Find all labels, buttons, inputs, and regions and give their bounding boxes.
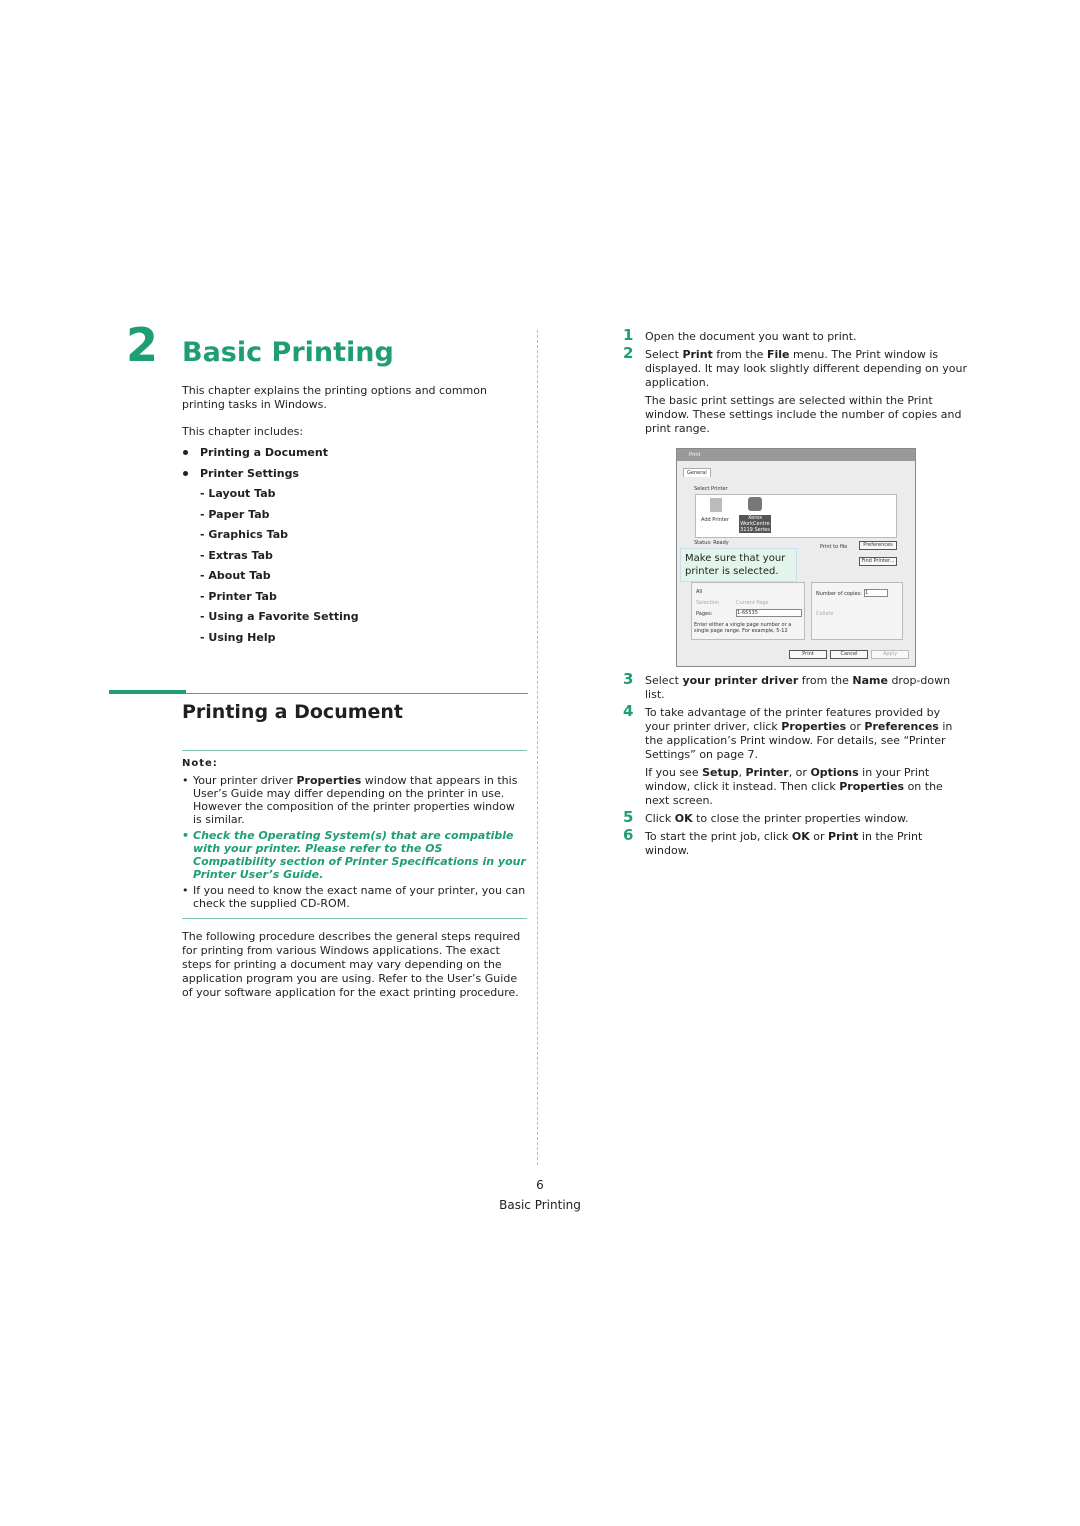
step-1: 1 Open the document you want to print. [623,326,968,344]
copies-group: Number of copies: 1 Collate [811,582,903,640]
step-4: 4 To take advantage of the printer featur… [623,702,968,808]
step-number: 5 [623,808,634,826]
step-text: Open the document you want to print. [645,330,857,343]
step-number: 1 [623,326,634,344]
dialog-title: Print [677,449,915,461]
selected-printer: Xerox WorkCentre 3119 Series [739,515,771,533]
toc-item[interactable]: - Paper Tab [182,508,522,529]
note-heading: Note: [182,758,218,769]
step-text: To take advantage of the printer feature… [645,706,953,761]
printer-icon [748,497,762,511]
printer-status: Status: Ready [694,540,729,546]
page-number: 6 [536,1178,544,1192]
cancel-button: Cancel [830,650,868,659]
toc-item[interactable]: Printer Settings [182,467,522,488]
toc-item[interactable]: - Extras Tab [182,549,522,570]
radio-all: All [696,589,703,595]
note-item: Your printer driver Properties window th… [182,774,527,826]
column-divider [537,330,538,1165]
add-printer-icon [710,498,722,512]
step-number: 2 [623,344,634,362]
range-hint: Enter either a single page number or a s… [694,622,792,634]
apply-button: Apply [871,650,909,659]
toc-item[interactable]: Printing a Document [182,446,522,467]
step-3: 3 Select your printer driver from the Nam… [623,670,968,702]
step-number: 3 [623,670,634,688]
toc-item[interactable]: - Using Help [182,631,522,652]
preferences-button: Preferences [859,541,897,550]
chapter-number: 2 [126,318,159,372]
note-box: Note: Your printer driver Properties win… [182,750,527,919]
step-2: 2 Select Print from the File menu. The Pr… [623,344,968,436]
toc-item[interactable]: - Printer Tab [182,590,522,611]
collate-checkbox: Collate [816,611,834,617]
printer-list: Add Printer Xerox WorkCentre 3119 Series [695,494,897,538]
add-printer-label: Add Printer [701,517,729,523]
copies-input: 1 [864,589,888,597]
section-accent-bar [109,690,186,694]
step-number: 4 [623,702,634,720]
section-rule [186,693,528,694]
toc-item[interactable]: - About Tab [182,569,522,590]
print-to-file: Print to file [820,544,848,550]
radio-pages: Pages: [696,611,713,617]
find-printer-button: Find Printer... [859,557,897,566]
chapter-toc: Printing a Document Printer Settings - Lay… [182,446,522,651]
tab-general: General [683,468,711,477]
section-title: Printing a Document [182,701,404,723]
copies-label: Number of copies: [816,591,862,597]
pages-input: 1-65535 [736,609,802,617]
print-button: Print [789,650,827,659]
includes-label: This chapter includes: [182,425,304,438]
step-text: Select your printer driver from the Name… [645,674,951,701]
page: 2 Basic Printing This chapter explains t… [0,0,1080,1526]
step-text: Click OK to close the printer properties… [645,812,909,825]
callout-note: Make sure that your printer is selected. [680,548,797,582]
page-range-group: All Selection Current Page Pages: 1-6553… [691,582,805,640]
step-text: If you see Setup, Printer, or Options in… [645,766,943,807]
step-6: 6 To start the print job, click OK or Pri… [623,826,968,858]
toc-item[interactable]: - Using a Favorite Setting [182,610,522,631]
chapter-intro: This chapter explains the printing optio… [182,384,487,411]
step-5: 5 Click OK to close the printer propertie… [623,808,968,826]
step-text: The basic print settings are selected wi… [645,394,962,435]
group-label: Select Printer [694,486,728,492]
toc-item[interactable]: - Layout Tab [182,487,522,508]
procedure-paragraph: The following procedure describes the ge… [182,930,521,999]
step-text: To start the print job, click OK or Prin… [645,830,923,857]
footer-label: Basic Printing [499,1198,581,1212]
radio-current-page: Current Page [736,600,769,606]
step-number: 6 [623,826,634,844]
chapter-title: Basic Printing [182,337,394,368]
note-item: Check the Operating System(s) that are c… [182,829,527,881]
toc-item[interactable]: - Graphics Tab [182,528,522,549]
radio-selection: Selection [696,600,720,606]
note-item: If you need to know the exact name of yo… [182,884,527,910]
step-text: Select Print from the File menu. The Pri… [645,348,967,389]
